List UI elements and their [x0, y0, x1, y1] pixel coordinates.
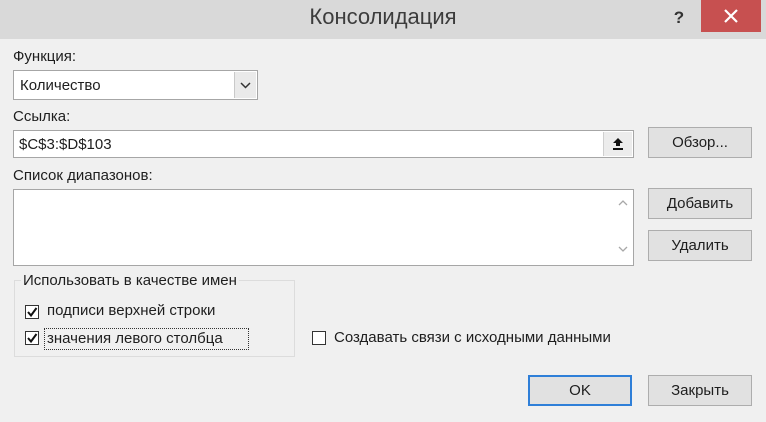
close-window-button[interactable] — [701, 0, 761, 32]
checkmark-icon — [27, 307, 38, 318]
close-button[interactable]: Закрыть — [648, 375, 752, 406]
function-select[interactable]: Количество — [13, 70, 258, 100]
add-button[interactable]: Добавить — [648, 188, 752, 219]
function-selected-value: Количество — [20, 77, 101, 94]
arrow-up-collapse-icon — [613, 138, 623, 150]
scroll-down-icon[interactable] — [618, 246, 628, 252]
close-icon — [724, 9, 738, 23]
chevron-down-icon — [240, 82, 251, 89]
delete-button[interactable]: Удалить — [648, 230, 752, 261]
left-column-checkbox[interactable] — [25, 331, 39, 345]
function-dropdown-toggle[interactable] — [234, 72, 256, 98]
title-bar[interactable]: Консолидация ? — [0, 0, 766, 39]
ranges-scrollbar[interactable] — [613, 190, 633, 265]
ranges-label: Список диапазонов: — [13, 167, 153, 184]
ranges-listbox[interactable] — [13, 189, 634, 266]
reference-input[interactable]: $C$3:$D$103 — [13, 130, 634, 158]
collapse-dialog-button[interactable] — [603, 132, 632, 156]
browse-button[interactable]: Обзор... — [648, 127, 752, 158]
checkmark-icon — [27, 333, 38, 344]
top-row-label[interactable]: подписи верхней строки — [47, 302, 215, 319]
help-button[interactable]: ? — [664, 5, 694, 31]
function-label: Функция: — [13, 48, 77, 65]
scroll-up-icon[interactable] — [618, 200, 628, 206]
left-column-label[interactable]: значения левого столбца — [47, 330, 223, 347]
top-row-checkbox[interactable] — [25, 305, 39, 319]
create-links-label[interactable]: Создавать связи с исходными данными — [334, 329, 611, 346]
create-links-checkbox[interactable] — [312, 331, 326, 345]
reference-label: Ссылка: — [13, 108, 71, 125]
ok-button[interactable]: OK — [528, 375, 632, 406]
reference-value: $C$3:$D$103 — [19, 136, 112, 153]
use-labels-group-title: Использовать в качестве имен — [21, 272, 239, 289]
dialog-title: Консолидация — [309, 4, 457, 29]
consolidate-dialog: Консолидация ? Функция: Количество Ссылк… — [0, 0, 766, 422]
